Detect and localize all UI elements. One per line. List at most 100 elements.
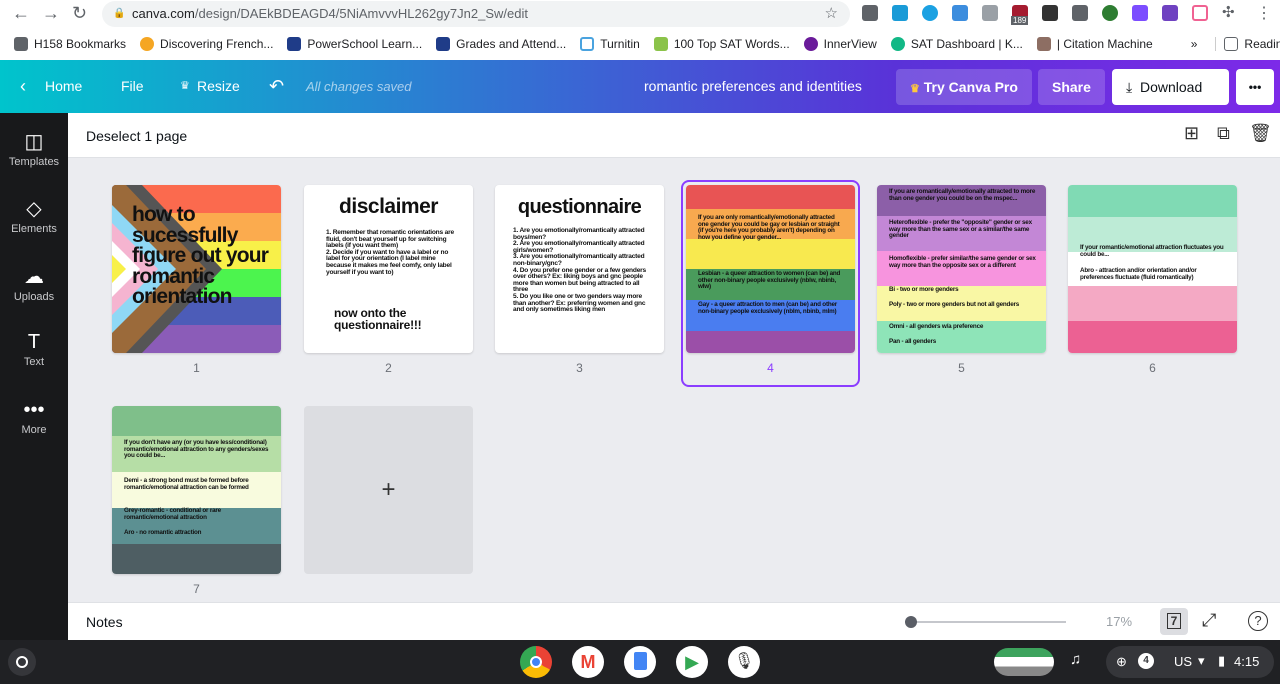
bookmark-item[interactable]: SAT Dashboard | K... [890,37,1023,51]
forward-icon[interactable]: → [42,3,60,24]
fullscreen-icon[interactable]: ⤢ [1202,610,1216,631]
bookmark-item[interactable]: H158 Bookmarks [14,37,126,51]
page-thumbnail-5[interactable]: If you are romantically/emotionally attr… [877,185,1046,353]
extension-icon[interactable] [1102,5,1118,21]
extension-icon[interactable] [982,5,998,21]
crown-icon: ♛ [910,83,920,95]
slide-text: Aro - no romantic attraction [124,529,202,536]
resize-button[interactable]: Resize [197,60,240,113]
launcher-button[interactable] [8,648,36,676]
zoom-slider[interactable] [905,616,1066,628]
delete-page-icon[interactable]: 🗑 [1249,123,1272,144]
reading-list-label: Reading list [1244,37,1280,51]
extension-icon[interactable] [1162,5,1178,21]
extension-icon[interactable] [1042,5,1058,21]
bookmark-item[interactable]: Grades and Attend... [436,37,566,51]
add-page-button[interactable]: + [304,406,473,574]
extension-icon[interactable] [892,5,908,21]
extension-icon[interactable] [952,5,968,21]
sidebar-item-elements[interactable]: ◇ Elements [0,196,68,235]
slide-text: Poly - two or more genders but not all g… [889,301,1020,308]
sidebar-item-uploads[interactable]: ☁ Uploads [0,264,68,303]
design-title[interactable]: romantic preferences and identities [644,60,862,113]
back-icon[interactable]: ← [12,3,30,24]
try-canva-pro-button[interactable]: ♛ Try Canva Pro [896,69,1032,105]
bookmark-item[interactable]: | Citation Machine [1036,37,1153,51]
more-options-button[interactable]: ••• [1236,69,1274,105]
chrome-app-icon[interactable] [520,646,552,678]
file-menu[interactable]: File [121,60,144,113]
tote-icon[interactable]: ♫ [1070,651,1081,668]
upload-cloud-icon: ☁ [24,266,44,288]
reading-list-icon [1224,37,1239,51]
battery-icon: ▮ [1218,653,1226,668]
slide-list: 1. Are you emotionally/romantically attr… [513,227,653,314]
menu-icon[interactable]: ⋮ [1256,3,1272,23]
sidebar-item-templates[interactable]: ◫ Templates [0,129,68,168]
page-thumbnail-7[interactable]: If you don't have any (or you have less/… [112,406,281,574]
clock: 4:15 [1234,654,1260,669]
notification-count: 4 [1138,653,1154,669]
profile-avatar[interactable] [994,648,1054,676]
microphone-app-icon[interactable]: 🎙 [728,646,760,678]
deselect-page-button[interactable]: Deselect 1 page [86,128,187,144]
download-button[interactable]: ⤓ Download [1112,69,1229,105]
status-tray[interactable]: ⊕ 4 US ▾ ▮ 4:15 [1106,646,1274,678]
extension-icon[interactable] [922,5,938,21]
address-bar[interactable]: 🔒 canva.com/design/DAEkBDEAGD4/5NiAmvvvH… [102,1,850,27]
favicon-icon [890,37,905,51]
play-store-app-icon[interactable]: ▶ [676,646,708,678]
slide-text: Abro - attraction and/or orientation and… [1080,267,1197,281]
docs-app-icon[interactable] [624,646,656,678]
extension-icon[interactable] [862,5,878,21]
page-thumbnail-2[interactable]: disclaimer 1. Remember that romantic ori… [304,185,473,353]
page-thumbnail-1[interactable]: how to sucessfully figure out your roman… [112,185,281,353]
sidebar-item-text[interactable]: T Text [0,331,68,368]
share-button[interactable]: Share [1038,69,1105,105]
undo-icon[interactable]: ↶ [269,60,284,113]
sidebar-label: Uploads [13,291,55,303]
zoom-slider-handle[interactable] [905,616,917,628]
slide-heading: disclaimer [339,195,438,218]
home-button[interactable]: Home [45,60,82,113]
bookmark-item[interactable]: 100 Top SAT Words... [653,37,790,51]
slide-text: If you are romantically/emotionally attr… [889,188,1036,202]
reading-list[interactable]: Reading list [1215,37,1280,51]
sidebar-item-more[interactable]: ••• More [0,399,68,436]
folder-icon [14,37,28,51]
add-page-icon[interactable]: ⊞ [1184,123,1199,144]
chevron-left-icon[interactable]: ‹ [20,60,26,113]
share-label: Share [1052,79,1091,95]
sidebar-label: Templates [8,156,60,168]
os-shelf: M ▶ 🎙 ♫ ⊕ 4 US ▾ ▮ 4:15 [0,640,1280,684]
reload-icon[interactable]: ↻ [72,3,87,24]
favicon-icon [803,37,818,51]
page-count: 7 [1166,613,1182,629]
notes-button[interactable]: Notes [86,614,123,630]
bookmark-label: H158 Bookmarks [34,37,127,51]
page-thumbnail-6[interactable]: If your romantic/emotional attraction fl… [1068,185,1237,353]
bookmark-star-icon[interactable]: ☆ [825,1,838,27]
extension-icon[interactable] [1192,5,1208,21]
browser-toolbar: ← → ↻ 🔒 canva.com/design/DAEkBDEAGD4/5Ni… [0,0,1280,60]
extension-icon[interactable] [1132,5,1148,21]
puzzle-icon[interactable]: ✣ [1222,3,1235,21]
bookmark-item[interactable]: PowerSchool Learn... [287,37,422,51]
extension-icon[interactable] [1072,5,1088,21]
page-thumbnail-4[interactable]: If you are only romantically/emotionally… [686,185,855,353]
help-button[interactable]: ? [1248,611,1268,631]
add-icon: ⊕ [1116,654,1127,669]
bookmark-item[interactable]: Turnitin [580,37,640,51]
grid-view-button[interactable]: 7 [1160,608,1188,635]
bookmark-item[interactable]: Discovering French... [140,37,273,51]
lock-icon: 🔒 [113,8,126,19]
slide-text: Bi - two or more genders [889,286,959,293]
zoom-level[interactable]: 17% [1106,614,1132,629]
page-thumbnail-3[interactable]: questionnaire 1. Are you emotionally/rom… [495,185,664,353]
gmail-app-icon[interactable]: M [572,646,604,678]
bookmark-item[interactable]: InnerView [803,37,877,51]
duplicate-page-icon[interactable]: ⧉ [1217,123,1230,144]
more-bookmarks[interactable]: » [1191,37,1198,51]
slide-text: Demi - a strong bond must be formed befo… [124,477,249,491]
slide-heading: questionnaire [517,196,642,218]
